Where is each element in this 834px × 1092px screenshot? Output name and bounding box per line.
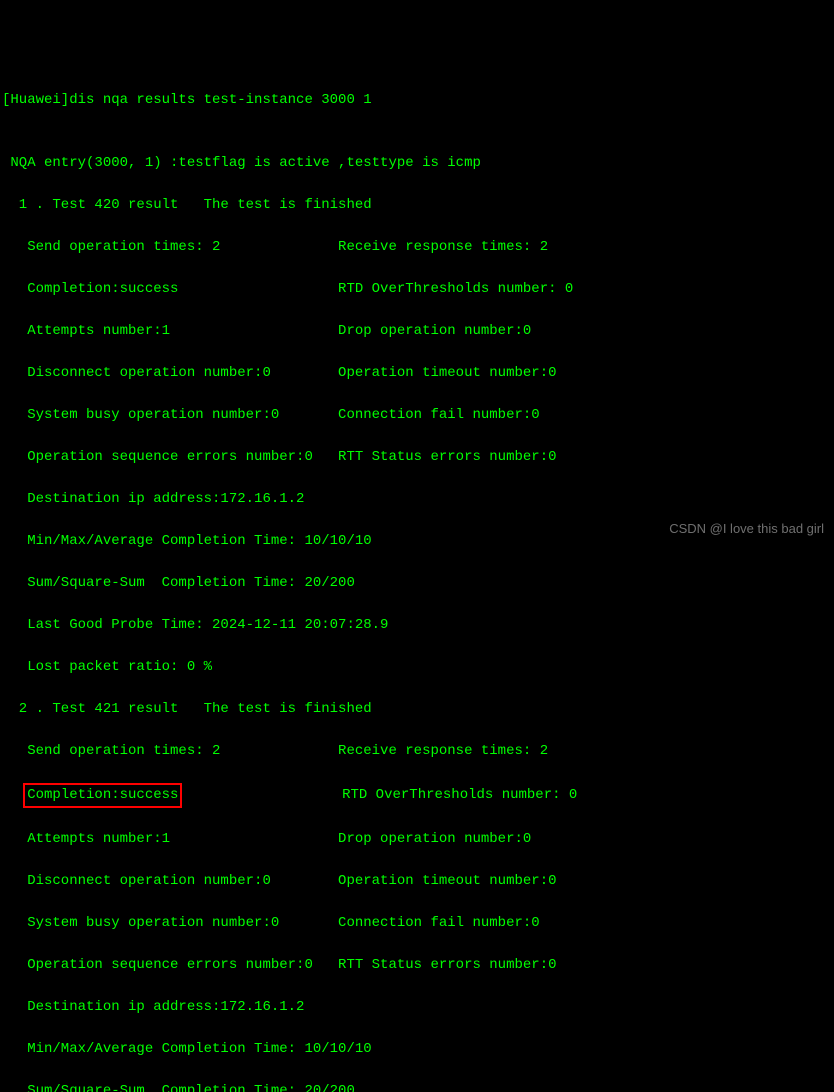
test421-minmax: Min/Max/Average Completion Time: 10/10/1…: [2, 1039, 832, 1060]
test421-busy: System busy operation number:0 Connectio…: [2, 913, 832, 934]
entry-header: NQA entry(3000, 1) :testflag is active ,…: [2, 153, 832, 174]
test421-dest: Destination ip address:172.16.1.2: [2, 997, 832, 1018]
test420-last: Last Good Probe Time: 2024-12-11 20:07:2…: [2, 615, 832, 636]
test421-attempts: Attempts number:1 Drop operation number:…: [2, 829, 832, 850]
test420-header: 1 . Test 420 result The test is finished: [2, 195, 832, 216]
test421-completion-line: Completion:success RTD OverThresholds nu…: [2, 783, 832, 808]
watermark-text: CSDN @I love this bad girl: [669, 519, 824, 539]
test421-seq: Operation sequence errors number:0 RTT S…: [2, 955, 832, 976]
test421-completion-rest: RTD OverThresholds number: 0: [182, 787, 577, 803]
test421-sumsq: Sum/Square-Sum Completion Time: 20/200: [2, 1081, 832, 1092]
test420-send-recv: Send operation times: 2 Receive response…: [2, 237, 832, 258]
test420-disconnect: Disconnect operation number:0 Operation …: [2, 363, 832, 384]
test420-busy: System busy operation number:0 Connectio…: [2, 405, 832, 426]
test421-send-recv: Send operation times: 2 Receive response…: [2, 741, 832, 762]
test421-disconnect: Disconnect operation number:0 Operation …: [2, 871, 832, 892]
test420-completion: Completion:success RTD OverThresholds nu…: [2, 279, 832, 300]
command-line: [Huawei]dis nqa results test-instance 30…: [2, 90, 832, 111]
test420-lost: Lost packet ratio: 0 %: [2, 657, 832, 678]
test420-dest: Destination ip address:172.16.1.2: [2, 489, 832, 510]
completion-highlight: Completion:success: [23, 783, 182, 808]
test420-sumsq: Sum/Square-Sum Completion Time: 20/200: [2, 573, 832, 594]
test421-header: 2 . Test 421 result The test is finished: [2, 699, 832, 720]
test420-attempts: Attempts number:1 Drop operation number:…: [2, 321, 832, 342]
test420-seq: Operation sequence errors number:0 RTT S…: [2, 447, 832, 468]
